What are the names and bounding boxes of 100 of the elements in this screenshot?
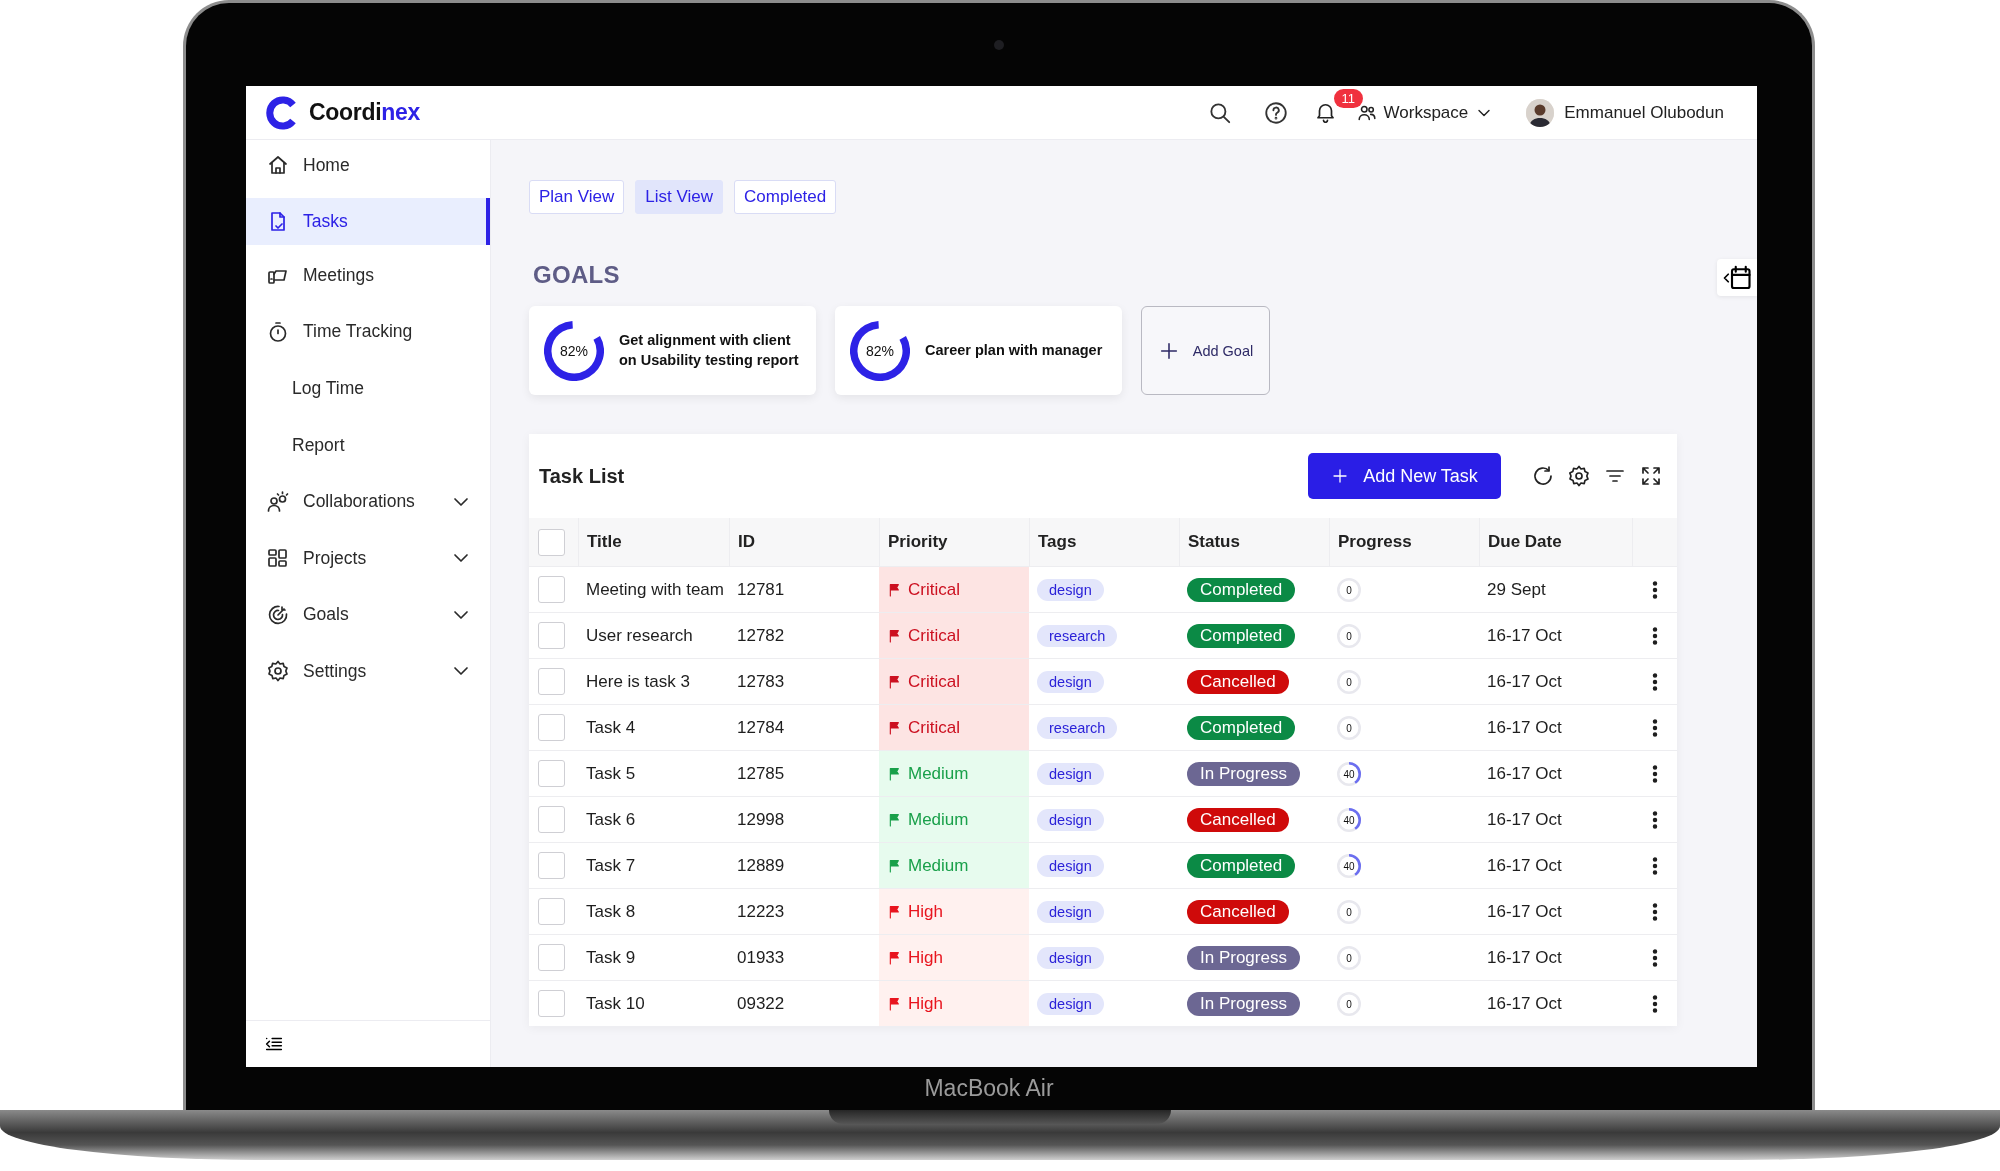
table-cell: 12782 [737, 625, 785, 646]
view-tab[interactable]: Completed [734, 180, 837, 214]
sidebar-item[interactable]: Tasks [246, 198, 490, 245]
tag: design [1037, 762, 1104, 785]
table-cell: 01933 [737, 947, 785, 968]
status-badge: Cancelled [1187, 899, 1289, 924]
status-badge: Completed [1187, 715, 1296, 740]
tag: design [1037, 808, 1104, 831]
table-cell: Task 8 [586, 901, 636, 922]
sidebar-item[interactable]: Goals [246, 586, 490, 644]
table-cell: 12785 [737, 763, 785, 784]
status-badge: In Progress [1187, 945, 1300, 970]
notification-badge: 11 [1333, 88, 1364, 108]
progress-reading: 82% [560, 342, 588, 359]
priority-cell: Medium [879, 751, 1029, 796]
table-cell: 12223 [737, 901, 785, 922]
checkbox[interactable] [538, 528, 565, 556]
goal-card[interactable]: 82% Career plan with manager [835, 306, 1122, 395]
status-badge: In Progress [1187, 761, 1300, 786]
goal-title: Get alignment with client on Usability testing report [619, 330, 800, 370]
priority-cell: High [879, 935, 1029, 980]
calendar-toggle[interactable] [1717, 259, 1757, 296]
tag: design [1037, 578, 1104, 601]
settings-icon [266, 659, 290, 684]
table-cell: 16-17 Oct [1487, 855, 1562, 876]
status-badge: Cancelled [1187, 807, 1289, 832]
status-badge: Completed [1187, 623, 1296, 648]
checkbox[interactable] [538, 714, 565, 741]
sidebar-item[interactable]: Meetings [246, 247, 490, 304]
checkbox[interactable] [538, 576, 565, 603]
table-cell: 29 Sept [1487, 579, 1546, 600]
column-header: ID [738, 532, 755, 552]
column-header: Tags [1038, 532, 1077, 552]
view-tab[interactable]: List View [635, 180, 723, 214]
status-badge: Completed [1187, 577, 1296, 602]
table-cell: Here is task 3 [586, 671, 690, 692]
status-badge: Completed [1187, 853, 1296, 878]
sidebar-item[interactable]: Settings [246, 643, 490, 700]
table-cell: 12784 [737, 717, 785, 738]
progress-reading: 82% [866, 342, 894, 359]
table-cell: Task 7 [586, 855, 636, 876]
table-cell: 09322 [737, 993, 785, 1014]
progress-reading: 40 [1343, 860, 1355, 871]
priority-cell: Critical [879, 705, 1029, 750]
table-cell: 12783 [737, 671, 785, 692]
add-task-button[interactable]: Add New Task [1308, 453, 1501, 499]
help-icon[interactable] [1262, 99, 1289, 126]
table-cell: 16-17 Oct [1487, 901, 1562, 922]
progress-reading: 0 [1346, 998, 1352, 1009]
people-icon [266, 489, 290, 514]
checkbox[interactable] [538, 852, 565, 879]
progress-reading: 0 [1346, 630, 1352, 641]
column-header: Due Date [1488, 532, 1562, 552]
priority-cell: Critical [879, 613, 1029, 658]
panel-title: Task List [539, 464, 625, 488]
tag: design [1037, 946, 1104, 969]
progress-reading: 0 [1346, 584, 1352, 595]
table-cell: 16-17 Oct [1487, 947, 1562, 968]
brand-name: Coordinex [309, 99, 421, 126]
column-header: Title [587, 532, 622, 552]
status-badge: In Progress [1187, 991, 1300, 1016]
sidebar-item[interactable]: Collaborations [246, 473, 490, 530]
bell-icon[interactable] [1316, 102, 1334, 123]
table-cell: Task 4 [586, 717, 636, 738]
expand-icon[interactable] [1639, 464, 1663, 488]
settings-icon[interactable] [1567, 464, 1591, 488]
table-cell: Meeting with team [586, 579, 724, 600]
view-tab[interactable]: Plan View [529, 180, 625, 214]
sidebar-item[interactable]: Projects [246, 529, 490, 587]
sidebar-item[interactable]: Home [246, 140, 490, 190]
checkbox[interactable] [538, 668, 565, 695]
table-cell: 12998 [737, 809, 785, 830]
checkbox[interactable] [538, 990, 565, 1017]
checkbox[interactable] [538, 898, 565, 925]
sidebar-item[interactable]: Report [246, 416, 490, 474]
checkbox[interactable] [538, 806, 565, 833]
tag: research [1037, 716, 1118, 739]
tag: design [1037, 992, 1104, 1015]
table-cell: 16-17 Oct [1487, 809, 1562, 830]
priority-cell: Medium [879, 843, 1029, 888]
table-cell: Task 9 [586, 947, 636, 968]
refresh-icon[interactable] [1531, 464, 1555, 488]
checkbox[interactable] [538, 944, 565, 971]
checkbox[interactable] [538, 622, 565, 649]
sidebar-item[interactable]: Log Time [246, 360, 490, 417]
column-header: Progress [1338, 532, 1412, 552]
table-cell: 12781 [737, 579, 785, 600]
sidebar-item[interactable]: Time Tracking [246, 303, 490, 361]
progress-reading: 0 [1346, 952, 1352, 963]
checkbox[interactable] [538, 760, 565, 787]
add-goal-button[interactable]: Add Goal [1141, 306, 1270, 395]
tag: design [1037, 900, 1104, 923]
progress-reading: 40 [1343, 814, 1355, 825]
avatar[interactable] [1526, 98, 1555, 127]
goal-card[interactable]: 82% Get alignment with client on Usability testing report [529, 306, 816, 395]
table-cell: Task 10 [586, 993, 645, 1014]
goal-title: Career plan with manager [925, 340, 1103, 360]
table-cell: 12889 [737, 855, 785, 876]
priority-cell: Critical [879, 659, 1029, 704]
table-cell: 16-17 Oct [1487, 763, 1562, 784]
